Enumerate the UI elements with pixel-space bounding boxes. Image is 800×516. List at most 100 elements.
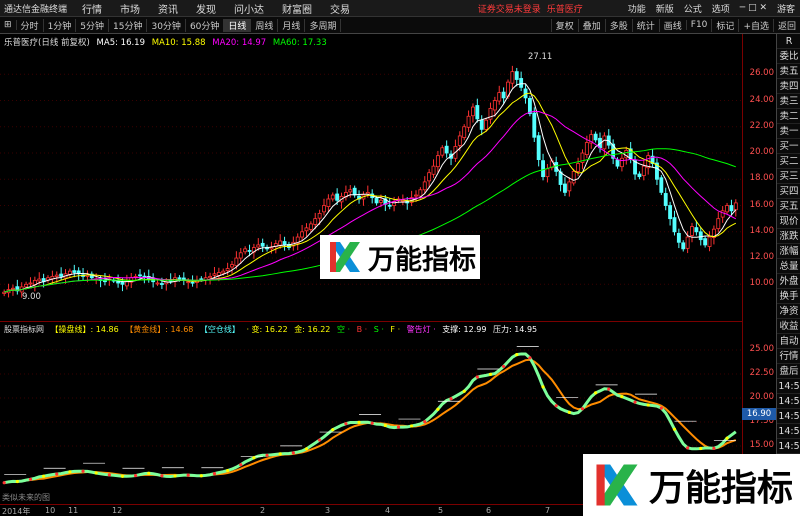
candle-body bbox=[313, 218, 318, 225]
period-intraday[interactable]: 分时 bbox=[17, 18, 44, 32]
candle-body bbox=[593, 133, 598, 141]
sidebar-item: 14:5 bbox=[777, 441, 800, 454]
signal-dot bbox=[304, 447, 309, 451]
candle-body bbox=[159, 283, 164, 285]
sidebar-item: 14:5 bbox=[777, 381, 800, 394]
watermark-logo-top: 万能指标 bbox=[320, 235, 480, 279]
signal-dot bbox=[607, 387, 611, 391]
candle-body bbox=[703, 238, 708, 246]
tool-add-watchlist[interactable]: +自选 bbox=[738, 18, 773, 32]
signal-dot bbox=[318, 438, 322, 442]
login-alert[interactable]: 证券交易未登录 bbox=[478, 2, 541, 15]
candle-body bbox=[414, 194, 418, 197]
candle-body bbox=[707, 236, 712, 247]
tool-f10[interactable]: F10 bbox=[685, 20, 712, 30]
main-legend: 乐普医疗(日线 前复权) MA5: 16.19 MA10: 15.88 MA20… bbox=[4, 36, 331, 48]
menu-formula[interactable]: 公式 bbox=[679, 2, 707, 15]
signal-dot bbox=[212, 472, 217, 476]
tool-draw[interactable]: 画线 bbox=[658, 18, 686, 32]
signal-dot bbox=[370, 421, 374, 425]
time-tick: 7 bbox=[545, 506, 551, 515]
menu-item-quotes[interactable]: 行情 bbox=[73, 1, 111, 16]
sidebar-item: 卖五 bbox=[777, 64, 800, 79]
signal-dot bbox=[15, 479, 19, 484]
menu-item-market[interactable]: 市场 bbox=[111, 1, 149, 16]
period-60min[interactable]: 60分钟 bbox=[186, 18, 225, 32]
period-weekly[interactable]: 周线 bbox=[251, 18, 279, 32]
period-multi[interactable]: 多周期 bbox=[305, 18, 342, 32]
window-controls[interactable]: ─ □ ✕ bbox=[735, 3, 772, 13]
b-label: B · bbox=[356, 325, 368, 334]
candle-body bbox=[225, 268, 230, 272]
tool-statistics[interactable]: 统计 bbox=[631, 18, 659, 32]
signal-dot bbox=[449, 397, 453, 401]
candle-body bbox=[659, 177, 664, 193]
logo-icon bbox=[596, 464, 638, 506]
tool-overlay[interactable]: 叠加 bbox=[577, 18, 605, 32]
menu-item-wealth[interactable]: 财富圈 bbox=[273, 1, 321, 16]
period-15min[interactable]: 15分钟 bbox=[109, 18, 148, 32]
period-monthly[interactable]: 月线 bbox=[278, 18, 306, 32]
time-tick: 5 bbox=[438, 506, 444, 515]
collapse-button[interactable]: ⊞ bbox=[0, 20, 17, 30]
candle-body bbox=[54, 274, 59, 277]
time-tick: 2 bbox=[260, 506, 266, 515]
candle-body bbox=[637, 173, 642, 178]
toolbar: ⊞ 分时 1分钟 5分钟 15分钟 30分钟 60分钟 日线 周线 月线 多周期… bbox=[0, 17, 800, 34]
price-tick: 14.00 bbox=[749, 225, 774, 236]
signal-dot bbox=[42, 474, 46, 478]
period-5min[interactable]: 5分钟 bbox=[76, 18, 110, 32]
sidebar-item: 买五 bbox=[777, 199, 800, 214]
user-label[interactable]: 游客 bbox=[772, 2, 800, 15]
candle-body bbox=[418, 189, 423, 197]
candle-body bbox=[238, 252, 243, 259]
candle-body bbox=[230, 264, 234, 268]
tool-back[interactable]: 返回 bbox=[772, 18, 800, 32]
candle-body bbox=[374, 197, 379, 204]
candle-body bbox=[256, 244, 261, 248]
signal-dot bbox=[94, 471, 98, 475]
candle-body bbox=[72, 270, 77, 273]
candle-body bbox=[431, 165, 436, 175]
signal-dot bbox=[725, 436, 729, 440]
indicator-tick: 15.00 bbox=[749, 440, 774, 450]
low-annotation: 9.00 bbox=[22, 292, 41, 302]
candle-body bbox=[387, 204, 392, 207]
menu-function[interactable]: 功能 bbox=[623, 2, 651, 15]
jinggao-label: 警告灯 · bbox=[406, 325, 436, 334]
candle-body bbox=[462, 126, 467, 138]
sidebar-item: 14:5 bbox=[777, 426, 800, 439]
candle-body bbox=[208, 276, 213, 279]
period-1min[interactable]: 1分钟 bbox=[44, 18, 77, 32]
signal-dot bbox=[554, 404, 558, 408]
signal-dot bbox=[68, 470, 72, 474]
price-tick: 26.00 bbox=[749, 68, 774, 79]
menu-new-version[interactable]: 新版 bbox=[651, 2, 679, 15]
menu-item-news[interactable]: 资讯 bbox=[149, 1, 187, 16]
signal-dot bbox=[580, 407, 585, 411]
menu-options[interactable]: 选项 bbox=[707, 2, 735, 15]
menu-item-ask[interactable]: 问小达 bbox=[225, 1, 273, 16]
sidebar-item: 买二 bbox=[777, 154, 800, 169]
kong2-label: 空 · bbox=[336, 325, 351, 334]
candle-body bbox=[501, 91, 506, 99]
signal-dot bbox=[646, 403, 650, 407]
candle-body bbox=[269, 247, 274, 250]
candle-body bbox=[532, 112, 537, 138]
period-30min[interactable]: 30分钟 bbox=[147, 18, 186, 32]
candle-body bbox=[584, 142, 589, 156]
candle-body bbox=[120, 281, 125, 285]
menu-item-trade[interactable]: 交易 bbox=[321, 1, 359, 16]
candle-body bbox=[663, 193, 668, 206]
menu-item-discover[interactable]: 发现 bbox=[187, 1, 225, 16]
signal-dot bbox=[436, 407, 440, 411]
tool-multi-stock[interactable]: 多股 bbox=[604, 18, 632, 32]
kline-pane[interactable]: 乐普医疗(日线 前复权) MA5: 16.19 MA10: 15.88 MA20… bbox=[0, 34, 742, 322]
tool-adjust[interactable]: 复权 bbox=[550, 18, 578, 32]
signal-dot bbox=[107, 473, 111, 477]
signal-dot bbox=[410, 424, 414, 428]
price-tick: 12.00 bbox=[749, 252, 774, 263]
period-daily[interactable]: 日线 bbox=[224, 18, 252, 32]
sidebar-item: 卖二 bbox=[777, 109, 800, 124]
tool-mark[interactable]: 标记 bbox=[711, 18, 738, 32]
